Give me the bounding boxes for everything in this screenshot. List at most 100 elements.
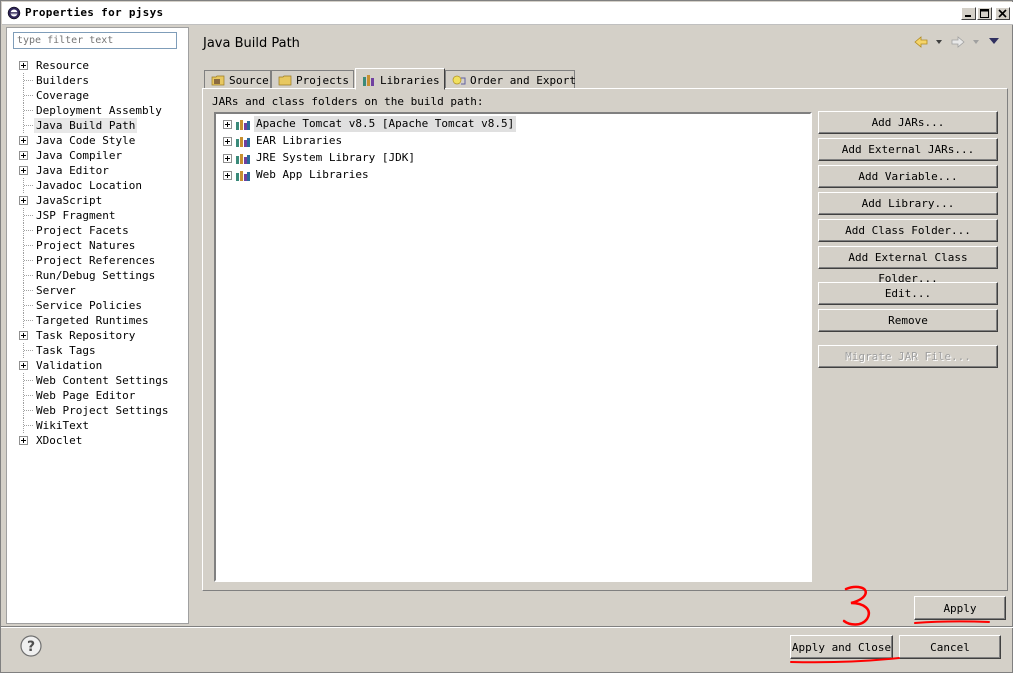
tree-item-label: Java Code Style [36,134,136,147]
add-library-button[interactable]: Add Library... [818,192,998,215]
add-class-folder-button[interactable]: Add Class Folder... [818,219,998,242]
tree-item-label: JSP Fragment [36,209,116,222]
tree-item-label: Targeted Runtimes [36,314,149,327]
preference-tree-panel: Resource Builders Coverage Deployment Assem… [6,27,189,624]
tree-item-label: Java Editor [36,164,109,177]
window-title: Properties for pjsys [25,6,164,19]
migrate-jar-file-button[interactable]: Migrate JAR File... [818,345,998,368]
back-dropdown-icon[interactable] [936,40,942,44]
library-container-icon [236,137,250,147]
expand-icon[interactable] [223,137,232,146]
tree-item-label: Resource [36,59,89,72]
expand-icon[interactable] [223,154,232,163]
tree-connector [24,395,33,396]
add-external-class-folder-button[interactable]: Add External Class Folder... [818,246,998,285]
tab-order-and-export[interactable]: Order and Export [445,70,576,89]
tab-label: Libraries [380,74,440,87]
expand-icon[interactable] [19,166,28,175]
annotation-number-3 [842,585,870,626]
expand-icon[interactable] [19,151,28,160]
page-content: Java Build Path Source Projects Librarie… [194,27,1009,624]
library-list[interactable]: Apache Tomcat v8.5 [Apache Tomcat v8.5] E… [214,112,812,582]
library-container-icon [236,171,250,181]
library-entry-label: Apache Tomcat v8.5 [Apache Tomcat v8.5] [254,116,517,132]
tree-item-label: Project References [36,254,156,267]
tree-item-label: Web Project Settings [36,404,169,417]
minimize-button[interactable] [961,7,976,20]
tree-connector [24,95,33,96]
remove-button[interactable]: Remove [818,309,998,332]
libraries-tab-panel: JARs and class folders on the build path… [202,88,1008,591]
help-icon[interactable]: ? [20,635,42,657]
tree-item-label: Task Repository [36,329,136,342]
underline-apply-and-close [790,657,900,664]
tab-label: Order and Export [470,74,576,87]
maximize-button[interactable] [977,7,992,20]
tree-connector [24,80,33,81]
properties-dialog: Properties for pjsys Resource Builders Cov… [0,0,1013,673]
title-bar: Properties for pjsys [2,2,1013,25]
view-menu-icon[interactable] [989,38,999,45]
tree-connector [24,350,33,351]
tree-connector [24,215,33,216]
close-icon [998,9,1007,18]
tree-item-label: Java Build Path [34,118,138,133]
library-container-icon [236,120,250,130]
expand-icon[interactable] [19,436,28,445]
underline-apply [914,620,990,624]
expand-icon[interactable] [223,171,232,180]
tree-item-label: Service Policies [36,299,142,312]
tree-item-label: JavaScript [36,194,103,207]
tree-connector [24,380,33,381]
svg-text:?: ? [27,639,35,655]
add-variable-button[interactable]: Add Variable... [818,165,998,188]
tree-connector [24,275,33,276]
tab-libraries[interactable]: Libraries [355,68,445,90]
add-jars-button[interactable]: Add JARs... [818,111,998,134]
tree-item-label: Web Content Settings [36,374,169,387]
forward-arrow-icon[interactable] [951,35,965,49]
expand-icon[interactable] [223,120,232,129]
tree-connector [24,290,33,291]
projects-folder-icon [278,75,292,86]
expand-icon[interactable] [19,361,28,370]
tree-connector [24,410,33,411]
expand-icon[interactable] [19,61,28,70]
tree-connector [24,305,33,306]
maximize-icon [980,9,989,18]
tree-item-label: XDoclet [36,434,83,447]
close-window-button[interactable] [995,7,1010,20]
red-annotation [790,585,990,664]
add-external-jars-button[interactable]: Add External JARs... [818,138,998,161]
tree-item-label: Project Facets [36,224,129,237]
libraries-icon [363,75,374,86]
tree-item-label: Project Natures [36,239,136,252]
expand-icon[interactable] [19,196,28,205]
eclipse-app-icon [7,6,21,20]
tree-connector [24,320,33,321]
tab-source[interactable]: Source [204,70,271,89]
tab-projects[interactable]: Projects [271,70,354,89]
back-arrow-icon[interactable] [914,35,928,49]
tab-label: Projects [296,74,349,87]
tree-connector [24,425,33,426]
filter-input[interactable] [13,32,177,49]
tab-label: Source [229,74,269,87]
expand-icon[interactable] [19,331,28,340]
tree-item-label: Java Compiler [36,149,123,162]
tree-item-label: Web Page Editor [36,389,136,402]
tree-connector [24,230,33,231]
source-folder-icon [211,75,225,86]
tree-item-label: Server [36,284,76,297]
forward-dropdown-icon[interactable] [973,40,979,44]
minimize-icon [965,15,971,17]
tree-connector [24,110,33,111]
tree-item-label: Validation [36,359,103,372]
expand-icon[interactable] [19,136,28,145]
tree-item-label: Run/Debug Settings [36,269,156,282]
tree-connector [24,125,33,126]
tree-connector [24,185,33,186]
tree-connector [24,245,33,246]
edit-button[interactable]: Edit... [818,282,998,305]
tree-item-label: Builders [36,74,89,87]
